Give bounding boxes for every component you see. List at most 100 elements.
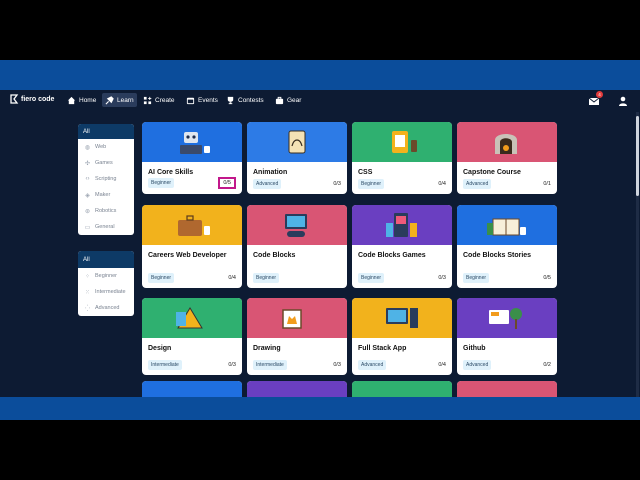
course-progress: 0/3 [228,362,236,368]
nav-contests[interactable]: Contests [223,93,267,107]
tree-icon [489,308,522,329]
user-icon [619,96,627,106]
category-games[interactable]: ✣ Games [78,155,134,171]
level-beginner[interactable]: ⁘ Beginner [78,268,134,284]
arcade-icon [386,213,417,237]
course-meta: Beginner [253,273,341,283]
level-badge: Intermediate [148,360,182,370]
gear-icon [275,96,284,104]
nav-home[interactable]: Home [64,93,99,107]
course-meta: Intermediate 0/3 [148,360,236,370]
course-progress: 0/5 [543,275,551,281]
course-meta: Beginner 0/4 [358,179,446,189]
course-progress: 0/4 [228,275,236,281]
course-progress: 0/5 [218,177,236,189]
level-intermediate[interactable]: ⁙ Intermediate [78,284,134,300]
course-card[interactable]: Code Blocks Stories Beginner 0/5 [457,205,557,288]
course-title: Code Blocks Games [358,252,426,259]
category-web[interactable]: ◍ Web [78,139,134,155]
course-card[interactable]: Careers Web Developer Beginner 0/4 [142,205,242,288]
brand-name: fiero code [21,95,55,103]
course-card[interactable] [247,381,347,397]
level-badge: Advanced [358,360,387,370]
nav-events-label: Events [198,96,218,104]
category-scripting[interactable]: ‹› Scripting [78,171,134,187]
category-filter-all[interactable]: All [78,124,134,139]
level-filter-all[interactable]: All [78,251,134,268]
nav-create-label: Create [155,96,175,104]
level-badge: Advanced [463,360,492,370]
course-card[interactable] [142,381,242,397]
course-title: Full Stack App [358,345,407,352]
level-badge: Beginner [148,178,175,188]
scrollbar-thumb[interactable] [636,116,639,196]
course-card[interactable]: Full Stack App Advanced 0/4 [352,298,452,375]
gamepad-icon: ✣ [84,160,91,167]
course-progress: 0/4 [438,181,446,187]
course-illustration [457,381,557,397]
level-2-icon: ⁙ [84,289,91,296]
learn-icon [105,95,114,104]
level-advanced[interactable]: ⁛ Advanced [78,300,134,316]
course-illustration [142,205,242,245]
course-card[interactable]: Design Intermediate 0/3 [142,298,242,375]
level-badge: Intermediate [253,360,287,370]
brand-logo[interactable]: fiero code [9,94,54,104]
course-illustration [247,381,347,397]
course-card[interactable]: Code Blocks Games Beginner 0/3 [352,205,452,288]
nav-contests-label: Contests [238,96,264,104]
course-progress: 0/3 [333,362,341,368]
course-meta: Intermediate 0/3 [253,360,341,370]
nav-learn-label: Learn [117,96,134,104]
course-card[interactable]: CSS Beginner 0/4 [352,122,452,194]
category-general[interactable]: ▭ General [78,219,134,235]
book-icon [487,218,526,236]
category-label: Web [95,144,107,150]
course-progress: 0/1 [543,181,551,187]
course-card[interactable]: Github Advanced 0/2 [457,298,557,375]
level-label: Advanced [95,305,120,311]
course-card[interactable] [457,381,557,397]
nav-gear[interactable]: Gear [272,93,304,107]
nav-home-label: Home [79,96,97,104]
monitor-icon [285,214,307,237]
category-filter: All ◍ Web ✣ Games ‹› Scripting ◈ Maker ⊛ Robo… [78,124,134,235]
course-card[interactable]: Code Blocks Beginner [247,205,347,288]
mail-button[interactable]: 4 [588,91,603,106]
level-badge: Beginner [358,273,385,283]
letterbox-bottom [0,420,640,480]
level-badge: Beginner [148,273,175,283]
nav-create[interactable]: Create [140,93,178,107]
video-frame-band-bottom [0,397,640,420]
course-illustration [352,205,452,245]
course-card[interactable]: Capstone Course Advanced 0/1 [457,122,557,194]
level-3-icon: ⁛ [85,305,90,312]
arch-icon [495,134,517,154]
course-illustration [247,205,347,245]
course-card[interactable]: AI Core Skills Beginner 0/5 [142,122,242,194]
level-label: Beginner [95,273,118,279]
level-badge: Advanced [463,179,492,189]
cat-icon [282,309,306,329]
profile-button[interactable] [617,94,629,106]
level-filter: All ⁘ Beginner ⁙ Intermediate ⁛ Advanced [78,251,134,316]
course-card[interactable]: Drawing Intermediate 0/3 [247,298,347,375]
course-illustration [247,298,347,338]
category-maker[interactable]: ◈ Maker [78,187,134,203]
course-meta: Advanced 0/4 [358,360,446,370]
category-robotics[interactable]: ⊛ Robotics [78,203,134,219]
course-meta: Beginner 0/3 [358,273,446,283]
course-title: CSS [358,169,373,176]
code-icon: ‹› [85,176,90,182]
mail-badge: 4 [596,91,603,98]
computer-icon [386,308,418,328]
course-progress: 0/3 [333,181,341,187]
nav-learn[interactable]: Learn [102,93,137,107]
course-card[interactable]: Animation Advanced 0/3 [247,122,347,194]
course-illustration [457,205,557,245]
app-window: fiero code Home Learn Create Events Cont… [0,90,640,397]
course-title: Capstone Course [463,169,521,176]
course-title: Code Blocks [253,252,296,259]
nav-events[interactable]: Events [183,93,221,107]
course-card[interactable] [352,381,452,397]
